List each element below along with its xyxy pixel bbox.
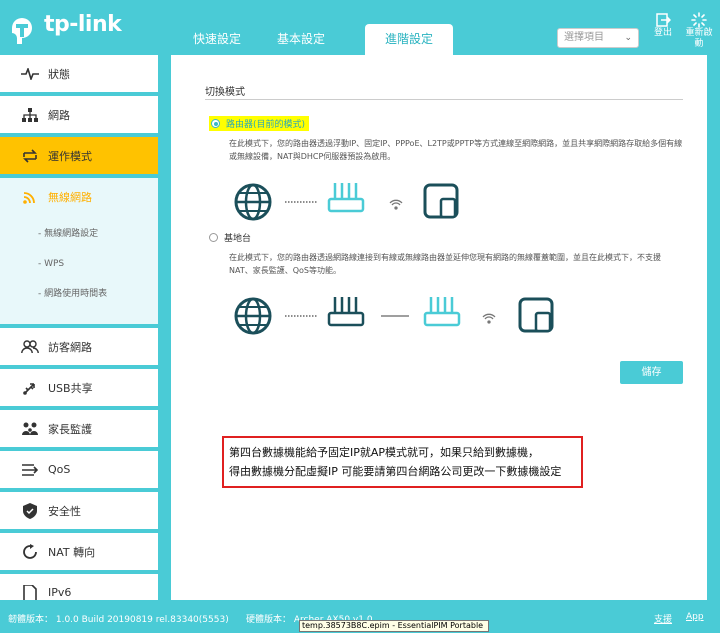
reboot-icon (691, 12, 707, 28)
sidebar-item-label: 狀態 (48, 67, 70, 81)
router-mode-radio[interactable] (211, 119, 220, 128)
guests-icon (20, 337, 40, 357)
ap-mode-diagram (234, 297, 554, 335)
sidebar-item-label: USB共享 (48, 381, 93, 395)
sidebar-item-status[interactable]: 狀態 (0, 55, 158, 92)
main-panel: 切換模式 路由器(目前的模式) 在此模式下，您的路由器透過浮動IP、固定IP、P… (171, 55, 707, 600)
router-mode-label: 路由器(目前的模式) (226, 120, 306, 130)
tp-link-logo-icon (12, 18, 32, 44)
ap-mode-description: 在此模式下，您的路由器透過網路線連接到有線或無線路由器並延伸您現有網路的無線覆蓋… (229, 253, 661, 275)
wifi-signal-icon (482, 313, 496, 324)
logout-button[interactable]: 登出 (648, 12, 678, 39)
shield-icon (20, 501, 40, 521)
sidebar-item-label: 網路 (48, 108, 70, 122)
sidebar-item-qos[interactable]: QoS (0, 451, 158, 488)
ap-mode-label: 基地台 (224, 234, 252, 244)
wireless-submenu: - 無線網路設定 - WPS - 網路使用時間表 (0, 215, 158, 324)
ap-mode-option[interactable]: 基地台 (209, 231, 251, 244)
router-mode-option[interactable]: 路由器(目前的模式) (209, 116, 310, 131)
sidebar-item-security[interactable]: 安全性 (0, 492, 158, 529)
sub-item-wps[interactable]: - WPS (0, 249, 158, 279)
qos-icon (20, 460, 40, 480)
sidebar: 狀態 網路 運作模式 無線網路 - 無線網路設定 - WPS - 網路使用時間表… (0, 55, 158, 600)
sidebar-item-guest[interactable]: 訪客網路 (0, 328, 158, 365)
router-mode-highlight: 路由器(目前的模式) (209, 116, 310, 131)
logout-icon (656, 13, 671, 27)
logout-label: 登出 (653, 28, 672, 38)
sidebar-item-operation-mode[interactable]: 運作模式 (0, 137, 158, 174)
router-icon (327, 183, 365, 213)
pulse-icon (20, 64, 40, 84)
tab-advanced[interactable]: 進階設定 (365, 24, 454, 55)
annotation-note: 第四台數據機能給予固定IP就AP模式就可，如果只給到數據機， 得由數據機分配虛擬… (222, 436, 583, 488)
sidebar-item-label: 無線網路 (48, 190, 92, 204)
support-link[interactable]: 支援 (654, 612, 672, 625)
annotation-line-1: 第四台數據機能給予固定IP就AP模式就可，如果只給到數據機， (229, 446, 540, 459)
network-icon (20, 105, 40, 125)
annotation-line-2: 得由數據機分配虛擬IP 可能要請第四台網路公司更改一下數據機設定 (229, 465, 562, 478)
sidebar-item-label: 運作模式 (48, 149, 92, 163)
usb-icon (20, 378, 40, 398)
sidebar-item-label: 訪客網路 (48, 340, 92, 354)
nat-icon (20, 542, 40, 562)
tp-link-logo[interactable]: tp-link (4, 10, 134, 46)
reboot-label: 重新啟動 (685, 28, 713, 49)
globe-icon (234, 297, 272, 335)
sidebar-item-network[interactable]: 網路 (0, 96, 158, 133)
header: tp-link 快速設定 基本設定 進階設定 選擇項目 ⌄ 登出 重新啟動 (0, 0, 720, 55)
sub-item-schedule[interactable]: - 網路使用時間表 (0, 279, 158, 309)
sidebar-item-ipv6[interactable]: IPv6 (0, 574, 158, 600)
router-mode-diagram (234, 183, 459, 221)
device-icon (423, 183, 459, 219)
sidebar-item-nat[interactable]: NAT 轉向 (0, 533, 158, 570)
reboot-button[interactable]: 重新啟動 (684, 12, 714, 50)
sidebar-item-label: 安全性 (48, 504, 81, 518)
sidebar-item-parental[interactable]: 家長監護 (0, 410, 158, 447)
section-title: 切換模式 (205, 87, 245, 98)
firmware-version: 韌體版本： 1.0.0 Build 20190819 rel.83340(555… (8, 615, 229, 625)
ap-mode-radio[interactable] (209, 233, 218, 242)
taskbar-tooltip: temp.38573B8C.epim - EssentialPIM Portab… (299, 620, 489, 632)
main-router-icon (327, 297, 365, 327)
logo-text: tp-link (44, 12, 122, 37)
tab-quick-setup[interactable]: 快速設定 (175, 24, 259, 55)
sub-item-wireless-settings[interactable]: - 無線網路設定 (0, 219, 158, 249)
sidebar-item-label: 家長監護 (48, 422, 92, 436)
router-mode-description: 在此模式下，您的路由器透過浮動IP、固定IP、PPPoE、L2TP或PPTP等方… (229, 139, 683, 161)
section-divider (205, 99, 683, 100)
swap-icon (20, 146, 40, 166)
item-select-value: 選擇項目 (564, 32, 604, 43)
sidebar-item-label: NAT 轉向 (48, 545, 96, 559)
main-tabs: 快速設定 基本設定 進階設定 (175, 24, 454, 55)
wifi-signal-icon (389, 199, 403, 210)
item-select[interactable]: 選擇項目 ⌄ (557, 28, 639, 48)
app-link[interactable]: App (686, 612, 704, 622)
ap-router-icon (423, 297, 461, 327)
tab-basic[interactable]: 基本設定 (259, 24, 343, 55)
wifi-icon (20, 187, 40, 207)
device-icon (518, 297, 554, 333)
save-button[interactable]: 儲存 (620, 361, 683, 384)
sidebar-item-label: QoS (48, 463, 71, 476)
chevron-down-icon: ⌄ (624, 33, 632, 43)
sidebar-item-usb[interactable]: USB共享 (0, 369, 158, 406)
family-icon (20, 419, 40, 439)
sidebar-item-label: IPv6 (48, 586, 72, 599)
globe-icon (234, 183, 272, 221)
sidebar-item-wireless[interactable]: 無線網路 (0, 178, 158, 215)
ipv6-icon (20, 583, 40, 600)
